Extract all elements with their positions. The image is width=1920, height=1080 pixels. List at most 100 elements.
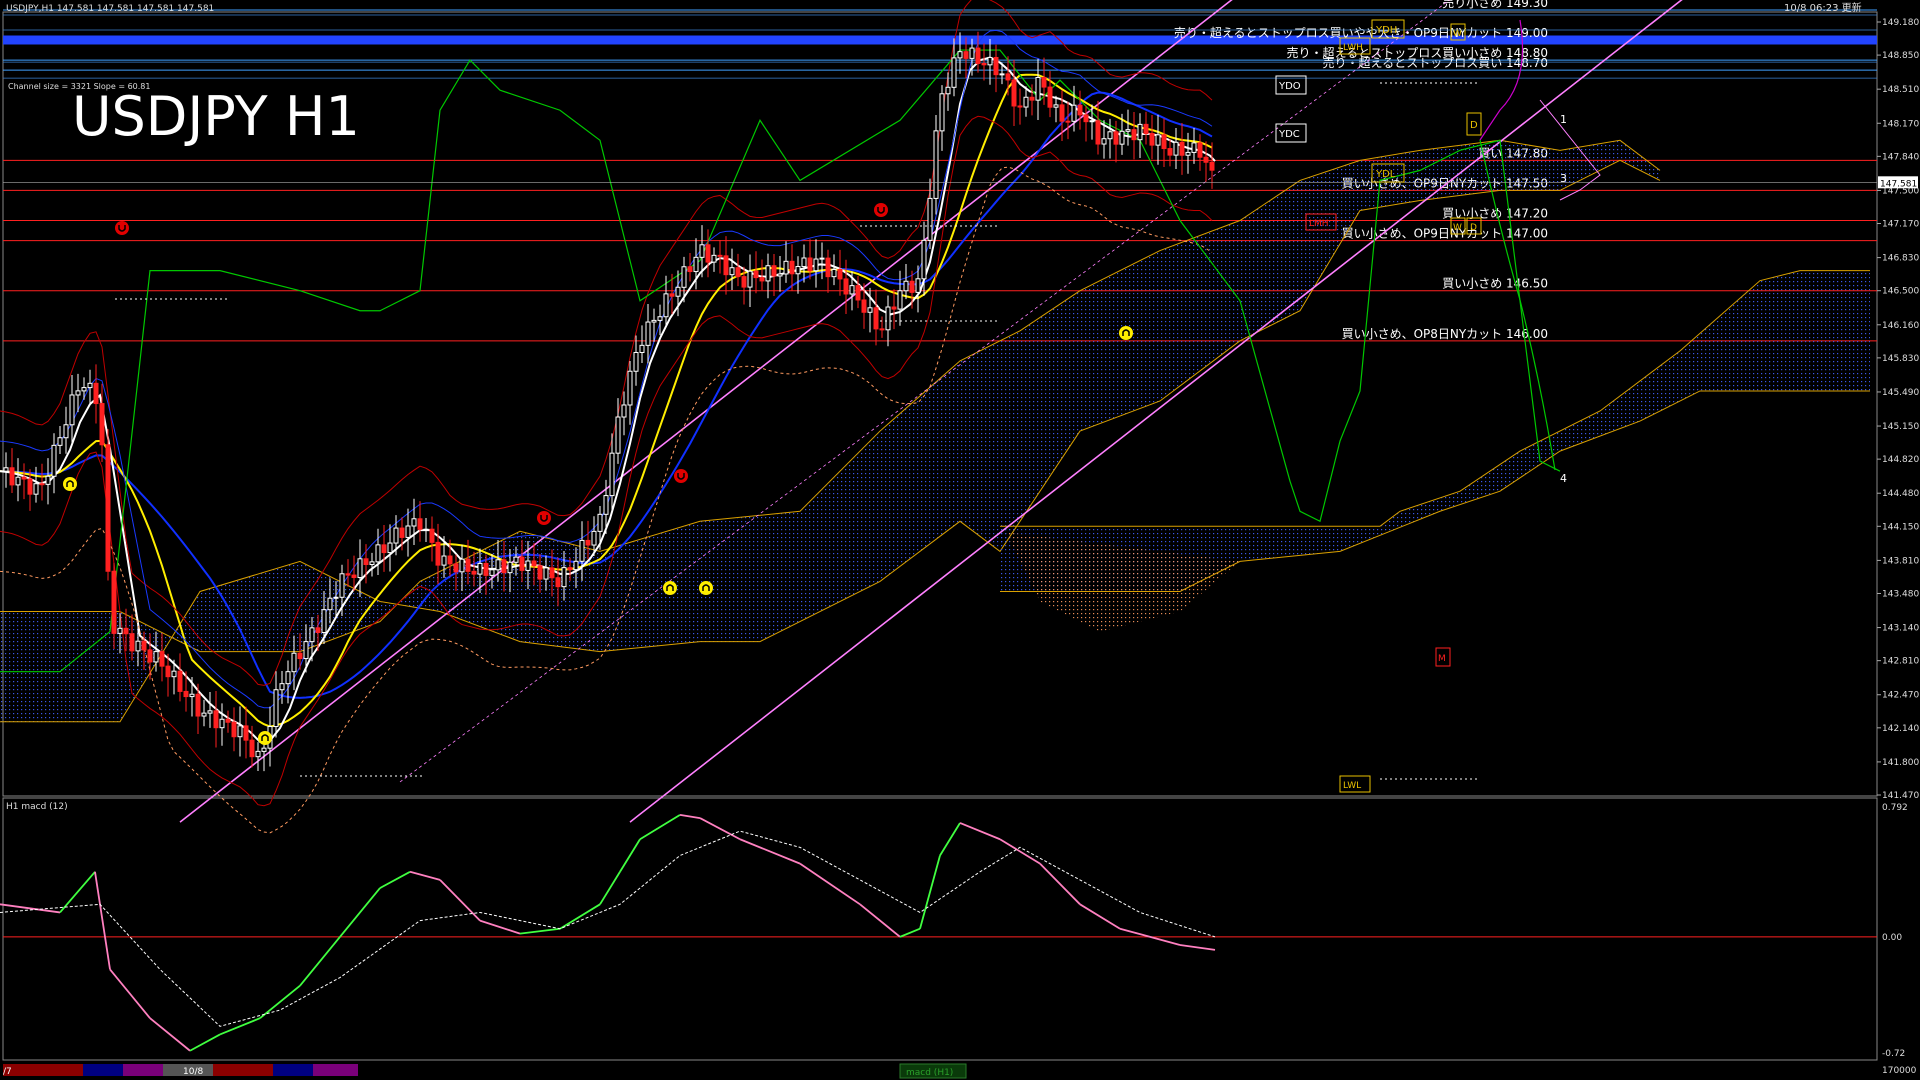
svg-text:W: W [1453, 29, 1462, 39]
volume-axis-label: 170000 [1882, 1066, 1917, 1076]
axis-label-13: 144.820 [1882, 455, 1919, 465]
candle-body [921, 239, 927, 280]
candle-body [1161, 134, 1167, 150]
axis-label-11: 145.490 [1882, 388, 1919, 398]
candle-body [609, 452, 615, 497]
candle-body [393, 527, 399, 544]
candle-body [999, 73, 1005, 76]
candle-body [483, 562, 489, 576]
macd-segment [94, 871, 111, 970]
axis-label-0: 149.180 [1882, 18, 1919, 28]
candle-body [1065, 120, 1071, 123]
candle-body [855, 285, 861, 301]
candle-body [945, 86, 951, 95]
macd-segment [599, 871, 621, 905]
candle-body [681, 266, 687, 288]
candle-body [837, 268, 843, 280]
candle-body [597, 513, 603, 532]
axis-label-2: 148.510 [1882, 85, 1919, 95]
candle-body [1107, 131, 1113, 140]
macd-segment [189, 1033, 221, 1052]
symbol-info: USDJPY,H1 147.581 147.581 147.581 147.58… [6, 4, 214, 14]
candle-body [951, 57, 957, 88]
candle-body [933, 130, 939, 199]
level-label-7: 買い小さめ、OP9日NYカット 147.00 [1342, 227, 1548, 241]
ichimoku-cloud [0, 139, 1870, 723]
candle-body [1173, 141, 1179, 156]
buy-signal-icon [258, 731, 272, 745]
candle-body [189, 693, 195, 698]
macd-segment [1079, 903, 1121, 930]
candle-body [1137, 123, 1143, 141]
candle-body [513, 556, 519, 563]
candle-body [441, 555, 447, 566]
candle-body [885, 306, 891, 331]
candle-body [831, 268, 837, 278]
candle-body [435, 541, 441, 566]
svg-text:W: W [1453, 223, 1462, 233]
candle-body [21, 476, 27, 480]
lwl-marker: LWL [1339, 775, 1371, 793]
candle-body [1149, 133, 1155, 146]
candle-body [825, 257, 831, 278]
candle-body [369, 561, 375, 566]
date-label-mid: 10/8 [183, 1067, 203, 1077]
candle-body [117, 627, 123, 634]
macd-segment [1179, 944, 1216, 951]
svg-text:D: D [1470, 120, 1478, 131]
candle-body [387, 542, 393, 554]
candle-body [165, 665, 171, 678]
candle-body [285, 671, 291, 685]
candle-body [51, 444, 57, 477]
axis-label-4: 147.840 [1882, 152, 1919, 162]
chart-window: 売り小さめ 149.30 売り・超えるとストップロス買いやや大き・OP9日NYカッ… [0, 0, 1920, 1080]
candle-body [1071, 104, 1077, 122]
candle-body [399, 527, 405, 538]
axis-label-20: 142.470 [1882, 691, 1919, 701]
timeframe-bar: /7 10/8 [3, 1064, 358, 1077]
sell-signal-icon [874, 203, 888, 217]
candle-body [1203, 156, 1209, 163]
macd-tab[interactable]: macd (H1) [899, 1063, 967, 1079]
candle-body [81, 387, 87, 392]
macd-segment [699, 817, 741, 841]
candle-body [147, 649, 153, 663]
ydo-marker: YDO [1275, 75, 1307, 95]
candle-body [939, 93, 945, 132]
candle-body [861, 299, 867, 313]
axis-label-15: 144.150 [1882, 522, 1919, 532]
candle-body [729, 267, 735, 276]
chart-canvas[interactable]: 売り小さめ 149.30売り・超えるとストップロス買いやや大き・OP9日NYカッ… [0, 0, 1920, 1080]
candle-body [1125, 129, 1131, 132]
candle-body [501, 559, 507, 574]
candle-body [357, 558, 363, 579]
level-label-8: 買い小さめ 146.50 [1442, 277, 1548, 291]
date-label-left: /7 [3, 1067, 12, 1077]
candle-body [651, 319, 657, 323]
candle-body [183, 690, 189, 698]
candle-body [879, 328, 885, 331]
candle-body [1131, 129, 1137, 141]
candle-body [123, 627, 129, 635]
candle-body [1113, 131, 1119, 145]
macd-segment [899, 927, 921, 938]
macd-signal-line [0, 830, 1216, 1027]
axis-label-7: 146.830 [1882, 254, 1919, 264]
candle-body [297, 652, 303, 660]
candle-body [111, 570, 117, 634]
svg-text:LWL: LWL [1343, 781, 1361, 791]
macd-segment [1039, 863, 1081, 905]
candle-body [663, 293, 669, 318]
candle-body [891, 306, 897, 310]
sell-signal-icon [537, 511, 551, 525]
candle-body [459, 558, 465, 573]
candle-body [1083, 114, 1089, 123]
level-label-0: 売り小さめ 149.30 [1442, 0, 1548, 10]
m-marker: M [1435, 647, 1451, 667]
candle-body [789, 260, 795, 275]
macd-segment [479, 919, 521, 935]
candle-body [507, 561, 513, 574]
current-price-label: 147.581 [1880, 179, 1917, 189]
candle-body [33, 483, 39, 495]
buy-signal-icon [663, 581, 677, 595]
